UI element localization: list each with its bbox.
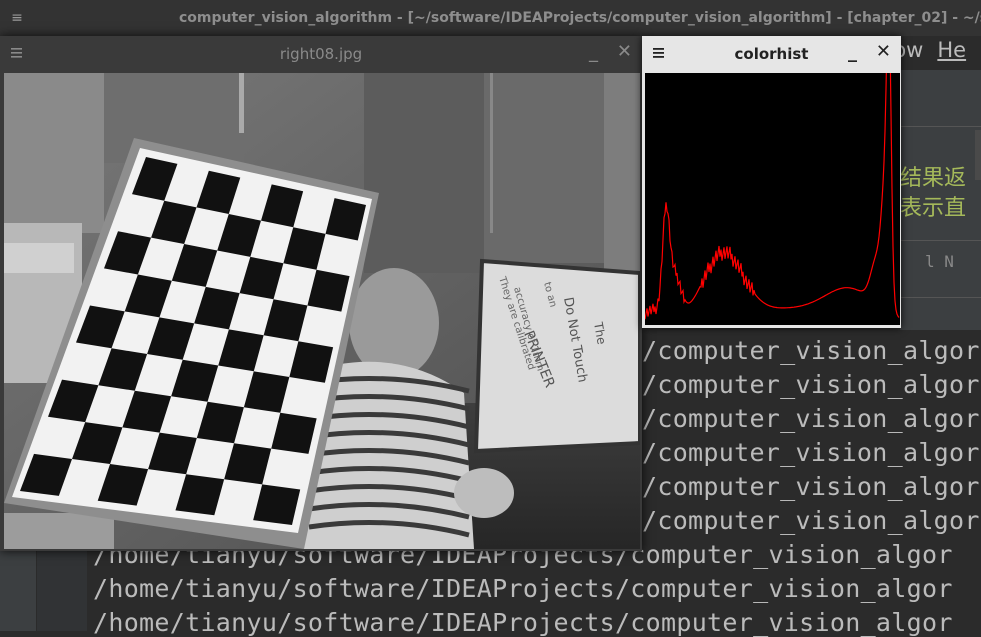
console-line: /home/tianyu/software/IDEAProjects/compu…: [93, 574, 953, 603]
ide-window-title: computer_vision_algorithm - [~/software/…: [179, 10, 981, 26]
hamburger-menu-icon[interactable]: ≡: [0, 10, 34, 26]
colorhist-titlebar[interactable]: colorhist _ ✕: [642, 36, 901, 72]
minimize-button[interactable]: _: [589, 42, 598, 63]
scrollbar-thumb[interactable]: [975, 130, 981, 180]
ide-titlebar: ≡ computer_vision_algorithm - [~/softwar…: [0, 0, 981, 36]
panel-divider: [900, 297, 981, 298]
image-window[interactable]: right08.jpg _ ✕ Do Not Touch PRINTER The…: [0, 36, 642, 551]
close-button[interactable]: ✕: [876, 41, 891, 62]
histogram-canvas: [644, 0, 900, 325]
console-line: /computer_vision_algor: [642, 336, 980, 365]
colorhist-window[interactable]: colorhist _ ✕: [642, 0, 901, 328]
console-line: /computer_vision_algor: [642, 438, 980, 467]
image-window-titlebar[interactable]: right08.jpg _ ✕: [0, 36, 642, 72]
colorhist-title: colorhist: [734, 45, 809, 63]
whiteboard: Do Not Touch PRINTER They are calibrated…: [473, 258, 640, 454]
panel-divider: [900, 240, 981, 241]
histogram-curve: [644, 0, 900, 320]
console-line: /computer_vision_algor: [642, 370, 980, 399]
console-line: /computer_vision_algor: [642, 472, 980, 501]
image-view: Do Not Touch PRINTER They are calibrated…: [4, 73, 640, 549]
console-line: /computer_vision_algor: [642, 404, 980, 433]
code-line: l N: [925, 252, 954, 271]
chessboard-photo: Do Not Touch PRINTER They are calibrated…: [4, 73, 640, 549]
minimize-button[interactable]: _: [848, 42, 857, 63]
comment-line: 结果返: [900, 166, 967, 191]
console-line: /home/tianyu/software/IDEAProjects/compu…: [93, 608, 953, 637]
console-line: /computer_vision_algor: [642, 506, 980, 535]
image-window-title: right08.jpg: [279, 45, 363, 63]
close-button[interactable]: ✕: [617, 41, 632, 62]
menu-help[interactable]: He: [937, 38, 966, 62]
panel-divider: [900, 126, 981, 127]
comment-line: 表示直: [900, 196, 967, 221]
